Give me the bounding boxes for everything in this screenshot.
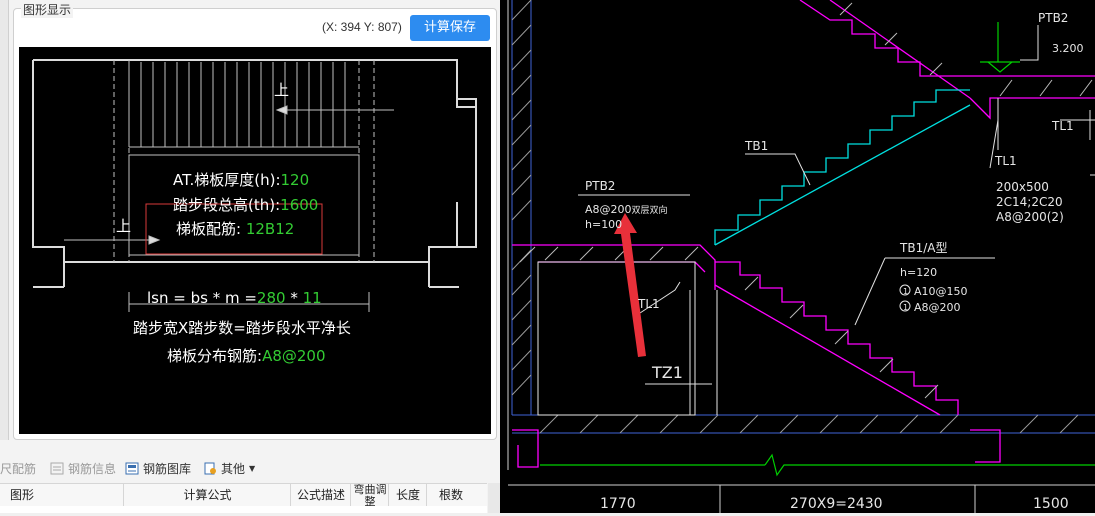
dimension-1: 1770 xyxy=(600,496,636,512)
toolbar-rebar-info[interactable]: 钢筋信息 xyxy=(50,460,116,477)
toolbar-rebar-library[interactable]: 钢筋图库 xyxy=(125,460,191,477)
column-formula[interactable]: 计算公式 xyxy=(123,484,291,506)
cad-viewport[interactable]: PTB2 3.200 TL1 TL1 200x500 2C14;2C20 A8@… xyxy=(500,0,1095,513)
other-menu-icon xyxy=(204,462,216,475)
height-value: 1600 xyxy=(280,196,318,214)
ptb2-top-label: PTB2 xyxy=(1038,11,1068,25)
annotation-arrow xyxy=(614,213,646,357)
right-notch xyxy=(456,99,476,108)
thickness-label: AT.梯板厚度(h): xyxy=(173,171,281,189)
dimension-2: 270X9=2430 xyxy=(790,496,883,512)
tz1-label: TZ1 xyxy=(651,363,683,382)
toolbar-rebar-config[interactable]: 尺配筋 xyxy=(0,460,36,477)
thickness-line: AT.梯板厚度(h):120 xyxy=(173,171,309,189)
column-count[interactable]: 根数 xyxy=(426,484,475,506)
tb1a-label: TB1/A型 xyxy=(899,241,947,255)
ptb2-height-label: h=100 xyxy=(585,218,622,231)
tb1a-rebar2-label: A8@200 xyxy=(914,301,961,314)
thickness-value: 120 xyxy=(281,171,310,189)
left-pane: 图形显示 (X: 394 Y: 807) 计算保存 上 上 AT.梯板厚度(h)… xyxy=(0,0,500,513)
rebar-library-icon xyxy=(125,462,139,475)
up-label-2: 上 xyxy=(116,217,131,235)
table-row[interactable] xyxy=(0,506,487,513)
outer-wall-left xyxy=(32,60,65,287)
formula-description: 踏步宽X踏步数=踏步段水平净长 xyxy=(133,319,351,337)
beam-stirrup-label: A8@200(2) xyxy=(996,210,1064,224)
stair-diagram-canvas[interactable]: 上 上 AT.梯板厚度(h):120 踏步段总高(th):1600 梯板配筋: … xyxy=(19,47,491,434)
column-length[interactable]: 长度 xyxy=(388,484,427,506)
ptb2-rebar-label: A8@200双层双向 xyxy=(585,203,668,216)
scrollbar[interactable] xyxy=(488,483,500,513)
rebar-info-icon xyxy=(50,462,64,475)
rebar-label: 梯板配筋: xyxy=(176,220,246,238)
formula-m: 11 xyxy=(303,289,322,307)
formula-line: lsn = bs * m =280 * 11 xyxy=(147,289,322,307)
distribution-label: 梯板分布钢筋: xyxy=(167,347,262,365)
cad-drawing-svg: PTB2 3.200 TL1 TL1 200x500 2C14;2C20 A8@… xyxy=(507,0,1095,513)
rebar-grid-header: 图形 计算公式 公式描述 弯曲调整 长度 根数 xyxy=(0,483,487,507)
formula-prefix: lsn = bs * m = xyxy=(147,289,257,307)
chevron-down-icon: ▼ xyxy=(249,464,256,473)
tb1a-rebar2-num: 1 xyxy=(903,303,908,312)
elevation-label: 3.200 xyxy=(1052,42,1084,55)
formula-op: * xyxy=(286,289,303,307)
tb1-label: TB1 xyxy=(744,139,768,153)
height-line: 踏步段总高(th):1600 xyxy=(173,196,318,214)
calculate-save-button[interactable]: 计算保存 xyxy=(410,15,490,41)
tl1-mid-label: TL1 xyxy=(994,154,1017,168)
tb1a-rebar1-num: 1 xyxy=(903,287,908,296)
beam-rebar-label: 2C14;2C20 xyxy=(996,195,1063,209)
beam-size-label: 200x500 xyxy=(996,180,1049,194)
stair-diagram-svg: 上 上 AT.梯板厚度(h):120 踏步段总高(th):1600 梯板配筋: … xyxy=(32,59,477,365)
height-label: 踏步段总高(th): xyxy=(173,196,280,214)
column-shape[interactable]: 图形 xyxy=(0,484,123,506)
distribution-line: 梯板分布钢筋:A8@200 xyxy=(167,347,326,365)
column-formula-desc[interactable]: 公式描述 xyxy=(290,484,351,506)
toolbar-other-menu[interactable]: 其他 ▼ xyxy=(203,460,255,477)
rebar-toolbar: 尺配筋 钢筋信息 钢筋图库 其他 ▼ xyxy=(0,456,500,480)
ptb2-left-label: PTB2 xyxy=(585,179,615,193)
formula-bs: 280 xyxy=(257,289,286,307)
distribution-value: A8@200 xyxy=(262,347,325,365)
left-edge-strip xyxy=(0,0,9,440)
tb1a-rebar1-label: A10@150 xyxy=(914,285,968,298)
tl1-left-label: TL1 xyxy=(637,297,660,311)
rebar-value: 12B12 xyxy=(246,220,294,238)
panel-title: 图形显示 xyxy=(21,1,74,18)
cursor-coordinates: (X: 394 Y: 807) xyxy=(322,20,402,34)
tb1a-height-label: h=120 xyxy=(900,266,937,279)
rebar-line: 梯板配筋: 12B12 xyxy=(176,220,294,238)
tl1-right-label: TL1 xyxy=(1051,119,1074,133)
up-label-1: 上 xyxy=(274,81,289,99)
dimension-3: 1500 xyxy=(1033,496,1069,512)
column-bend-adjust[interactable]: 弯曲调整 xyxy=(350,484,389,506)
